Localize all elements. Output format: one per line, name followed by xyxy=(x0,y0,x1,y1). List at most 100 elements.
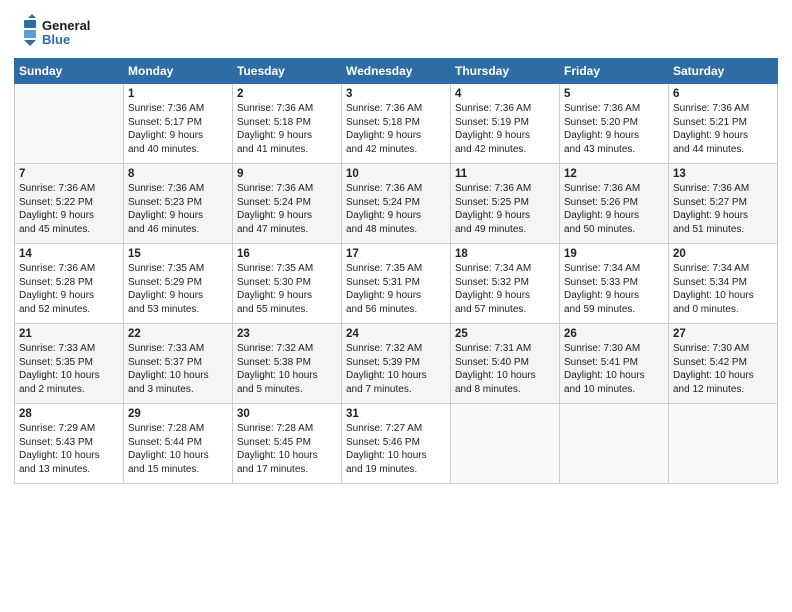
day-number: 27 xyxy=(673,328,773,340)
cell-content: Sunrise: 7:34 AMSunset: 5:32 PMDaylight:… xyxy=(455,262,555,316)
calendar-cell: 21 Sunrise: 7:33 AMSunset: 5:35 PMDayligh… xyxy=(15,324,124,404)
cell-content: Sunrise: 7:36 AMSunset: 5:17 PMDaylight:… xyxy=(128,102,228,156)
cell-content: Sunrise: 7:36 AMSunset: 5:26 PMDaylight:… xyxy=(564,182,664,236)
calendar-cell: 19 Sunrise: 7:34 AMSunset: 5:33 PMDayligh… xyxy=(560,244,669,324)
cell-content: Sunrise: 7:35 AMSunset: 5:31 PMDaylight:… xyxy=(346,262,446,316)
calendar-cell: 23 Sunrise: 7:32 AMSunset: 5:38 PMDayligh… xyxy=(233,324,342,404)
week-row-4: 21 Sunrise: 7:33 AMSunset: 5:35 PMDayligh… xyxy=(15,324,778,404)
calendar-cell: 20Sunrise: 7:34 AMSunset: 5:34 PMDayligh… xyxy=(669,244,778,324)
svg-text:Blue: Blue xyxy=(42,32,70,47)
day-number: 6 xyxy=(673,88,773,100)
calendar-cell: 31Sunrise: 7:27 AMSunset: 5:46 PMDayligh… xyxy=(342,404,451,484)
calendar-cell: 8Sunrise: 7:36 AMSunset: 5:23 PMDaylight… xyxy=(124,164,233,244)
cell-content: Sunrise: 7:31 AMSunset: 5:40 PMDaylight:… xyxy=(455,342,555,396)
cell-content: Sunrise: 7:36 AMSunset: 5:21 PMDaylight:… xyxy=(673,102,773,156)
day-number: 9 xyxy=(237,168,337,180)
cell-content: Sunrise: 7:28 AMSunset: 5:45 PMDaylight:… xyxy=(237,422,337,476)
calendar-cell: 9 Sunrise: 7:36 AMSunset: 5:24 PMDaylight… xyxy=(233,164,342,244)
calendar-cell: 28Sunrise: 7:29 AMSunset: 5:43 PMDayligh… xyxy=(15,404,124,484)
day-number: 11 xyxy=(455,168,555,180)
cell-content: Sunrise: 7:33 AMSunset: 5:35 PMDaylight:… xyxy=(19,342,119,396)
calendar-cell: 29 Sunrise: 7:28 AMSunset: 5:44 PMDayligh… xyxy=(124,404,233,484)
cell-content: Sunrise: 7:28 AMSunset: 5:44 PMDaylight:… xyxy=(128,422,228,476)
day-number: 3 xyxy=(346,88,446,100)
day-number: 1 xyxy=(128,88,228,100)
week-row-2: 7Sunrise: 7:36 AMSunset: 5:22 PMDaylight… xyxy=(15,164,778,244)
calendar-cell: 10Sunrise: 7:36 AMSunset: 5:24 PMDayligh… xyxy=(342,164,451,244)
day-number: 12 xyxy=(564,168,664,180)
cell-content: Sunrise: 7:34 AMSunset: 5:33 PMDaylight:… xyxy=(564,262,664,316)
day-number: 29 xyxy=(128,408,228,420)
cell-content: Sunrise: 7:35 AMSunset: 5:30 PMDaylight:… xyxy=(237,262,337,316)
day-number: 19 xyxy=(564,248,664,260)
day-header-monday: Monday xyxy=(124,59,233,84)
calendar-header-row: SundayMondayTuesdayWednesdayThursdayFrid… xyxy=(15,59,778,84)
day-number: 14 xyxy=(19,248,119,260)
day-number: 8 xyxy=(128,168,228,180)
day-number: 4 xyxy=(455,88,555,100)
week-row-5: 28Sunrise: 7:29 AMSunset: 5:43 PMDayligh… xyxy=(15,404,778,484)
day-header-wednesday: Wednesday xyxy=(342,59,451,84)
cell-content: Sunrise: 7:36 AMSunset: 5:19 PMDaylight:… xyxy=(455,102,555,156)
calendar-cell xyxy=(560,404,669,484)
day-number: 10 xyxy=(346,168,446,180)
calendar-cell: 25 Sunrise: 7:31 AMSunset: 5:40 PMDayligh… xyxy=(451,324,560,404)
calendar-cell: 26Sunrise: 7:30 AMSunset: 5:41 PMDayligh… xyxy=(560,324,669,404)
logo: General Blue xyxy=(14,14,104,52)
calendar-cell: 1 Sunrise: 7:36 AMSunset: 5:17 PMDaylight… xyxy=(124,84,233,164)
week-row-3: 14 Sunrise: 7:36 AMSunset: 5:28 PMDayligh… xyxy=(15,244,778,324)
cell-content: Sunrise: 7:36 AMSunset: 5:27 PMDaylight:… xyxy=(673,182,773,236)
logo-svg: General Blue xyxy=(14,14,104,52)
day-header-thursday: Thursday xyxy=(451,59,560,84)
day-number: 24 xyxy=(346,328,446,340)
calendar-cell: 6 Sunrise: 7:36 AMSunset: 5:21 PMDaylight… xyxy=(669,84,778,164)
cell-content: Sunrise: 7:34 AMSunset: 5:34 PMDaylight:… xyxy=(673,262,773,316)
day-number: 21 xyxy=(19,328,119,340)
cell-content: Sunrise: 7:36 AMSunset: 5:18 PMDaylight:… xyxy=(237,102,337,156)
calendar-cell: 11 Sunrise: 7:36 AMSunset: 5:25 PMDayligh… xyxy=(451,164,560,244)
cell-content: Sunrise: 7:36 AMSunset: 5:18 PMDaylight:… xyxy=(346,102,446,156)
page-container: General Blue SundayMondayTuesdayWednesda… xyxy=(0,0,792,494)
calendar-cell: 15Sunrise: 7:35 AMSunset: 5:29 PMDayligh… xyxy=(124,244,233,324)
calendar-cell: 5Sunrise: 7:36 AMSunset: 5:20 PMDaylight… xyxy=(560,84,669,164)
week-row-1: 1 Sunrise: 7:36 AMSunset: 5:17 PMDaylight… xyxy=(15,84,778,164)
calendar-cell: 14 Sunrise: 7:36 AMSunset: 5:28 PMDayligh… xyxy=(15,244,124,324)
day-number: 26 xyxy=(564,328,664,340)
day-number: 7 xyxy=(19,168,119,180)
calendar-cell: 24Sunrise: 7:32 AMSunset: 5:39 PMDayligh… xyxy=(342,324,451,404)
calendar-cell: 12 Sunrise: 7:36 AMSunset: 5:26 PMDayligh… xyxy=(560,164,669,244)
cell-content: Sunrise: 7:30 AMSunset: 5:42 PMDaylight:… xyxy=(673,342,773,396)
cell-content: Sunrise: 7:36 AMSunset: 5:28 PMDaylight:… xyxy=(19,262,119,316)
calendar-cell: 17 Sunrise: 7:35 AMSunset: 5:31 PMDayligh… xyxy=(342,244,451,324)
calendar-cell: 22Sunrise: 7:33 AMSunset: 5:37 PMDayligh… xyxy=(124,324,233,404)
calendar-cell: 3 Sunrise: 7:36 AMSunset: 5:18 PMDaylight… xyxy=(342,84,451,164)
calendar-cell: 13 Sunrise: 7:36 AMSunset: 5:27 PMDayligh… xyxy=(669,164,778,244)
cell-content: Sunrise: 7:29 AMSunset: 5:43 PMDaylight:… xyxy=(19,422,119,476)
calendar-cell: 30Sunrise: 7:28 AMSunset: 5:45 PMDayligh… xyxy=(233,404,342,484)
cell-content: Sunrise: 7:27 AMSunset: 5:46 PMDaylight:… xyxy=(346,422,446,476)
calendar-cell: 2 Sunrise: 7:36 AMSunset: 5:18 PMDaylight… xyxy=(233,84,342,164)
calendar-cell: 16Sunrise: 7:35 AMSunset: 5:30 PMDayligh… xyxy=(233,244,342,324)
cell-content: Sunrise: 7:32 AMSunset: 5:38 PMDaylight:… xyxy=(237,342,337,396)
calendar-cell: 18 Sunrise: 7:34 AMSunset: 5:32 PMDayligh… xyxy=(451,244,560,324)
day-number: 18 xyxy=(455,248,555,260)
cell-content: Sunrise: 7:36 AMSunset: 5:24 PMDaylight:… xyxy=(237,182,337,236)
calendar-cell xyxy=(669,404,778,484)
day-number: 13 xyxy=(673,168,773,180)
day-header-friday: Friday xyxy=(560,59,669,84)
day-number: 15 xyxy=(128,248,228,260)
day-number: 23 xyxy=(237,328,337,340)
calendar-cell: 27 Sunrise: 7:30 AMSunset: 5:42 PMDayligh… xyxy=(669,324,778,404)
day-header-saturday: Saturday xyxy=(669,59,778,84)
day-number: 25 xyxy=(455,328,555,340)
day-number: 17 xyxy=(346,248,446,260)
calendar-cell xyxy=(15,84,124,164)
day-number: 2 xyxy=(237,88,337,100)
calendar-table: SundayMondayTuesdayWednesdayThursdayFrid… xyxy=(14,58,778,484)
calendar-cell xyxy=(451,404,560,484)
cell-content: Sunrise: 7:36 AMSunset: 5:20 PMDaylight:… xyxy=(564,102,664,156)
svg-text:General: General xyxy=(42,18,90,33)
cell-content: Sunrise: 7:36 AMSunset: 5:25 PMDaylight:… xyxy=(455,182,555,236)
calendar-cell: 7Sunrise: 7:36 AMSunset: 5:22 PMDaylight… xyxy=(15,164,124,244)
cell-content: Sunrise: 7:33 AMSunset: 5:37 PMDaylight:… xyxy=(128,342,228,396)
